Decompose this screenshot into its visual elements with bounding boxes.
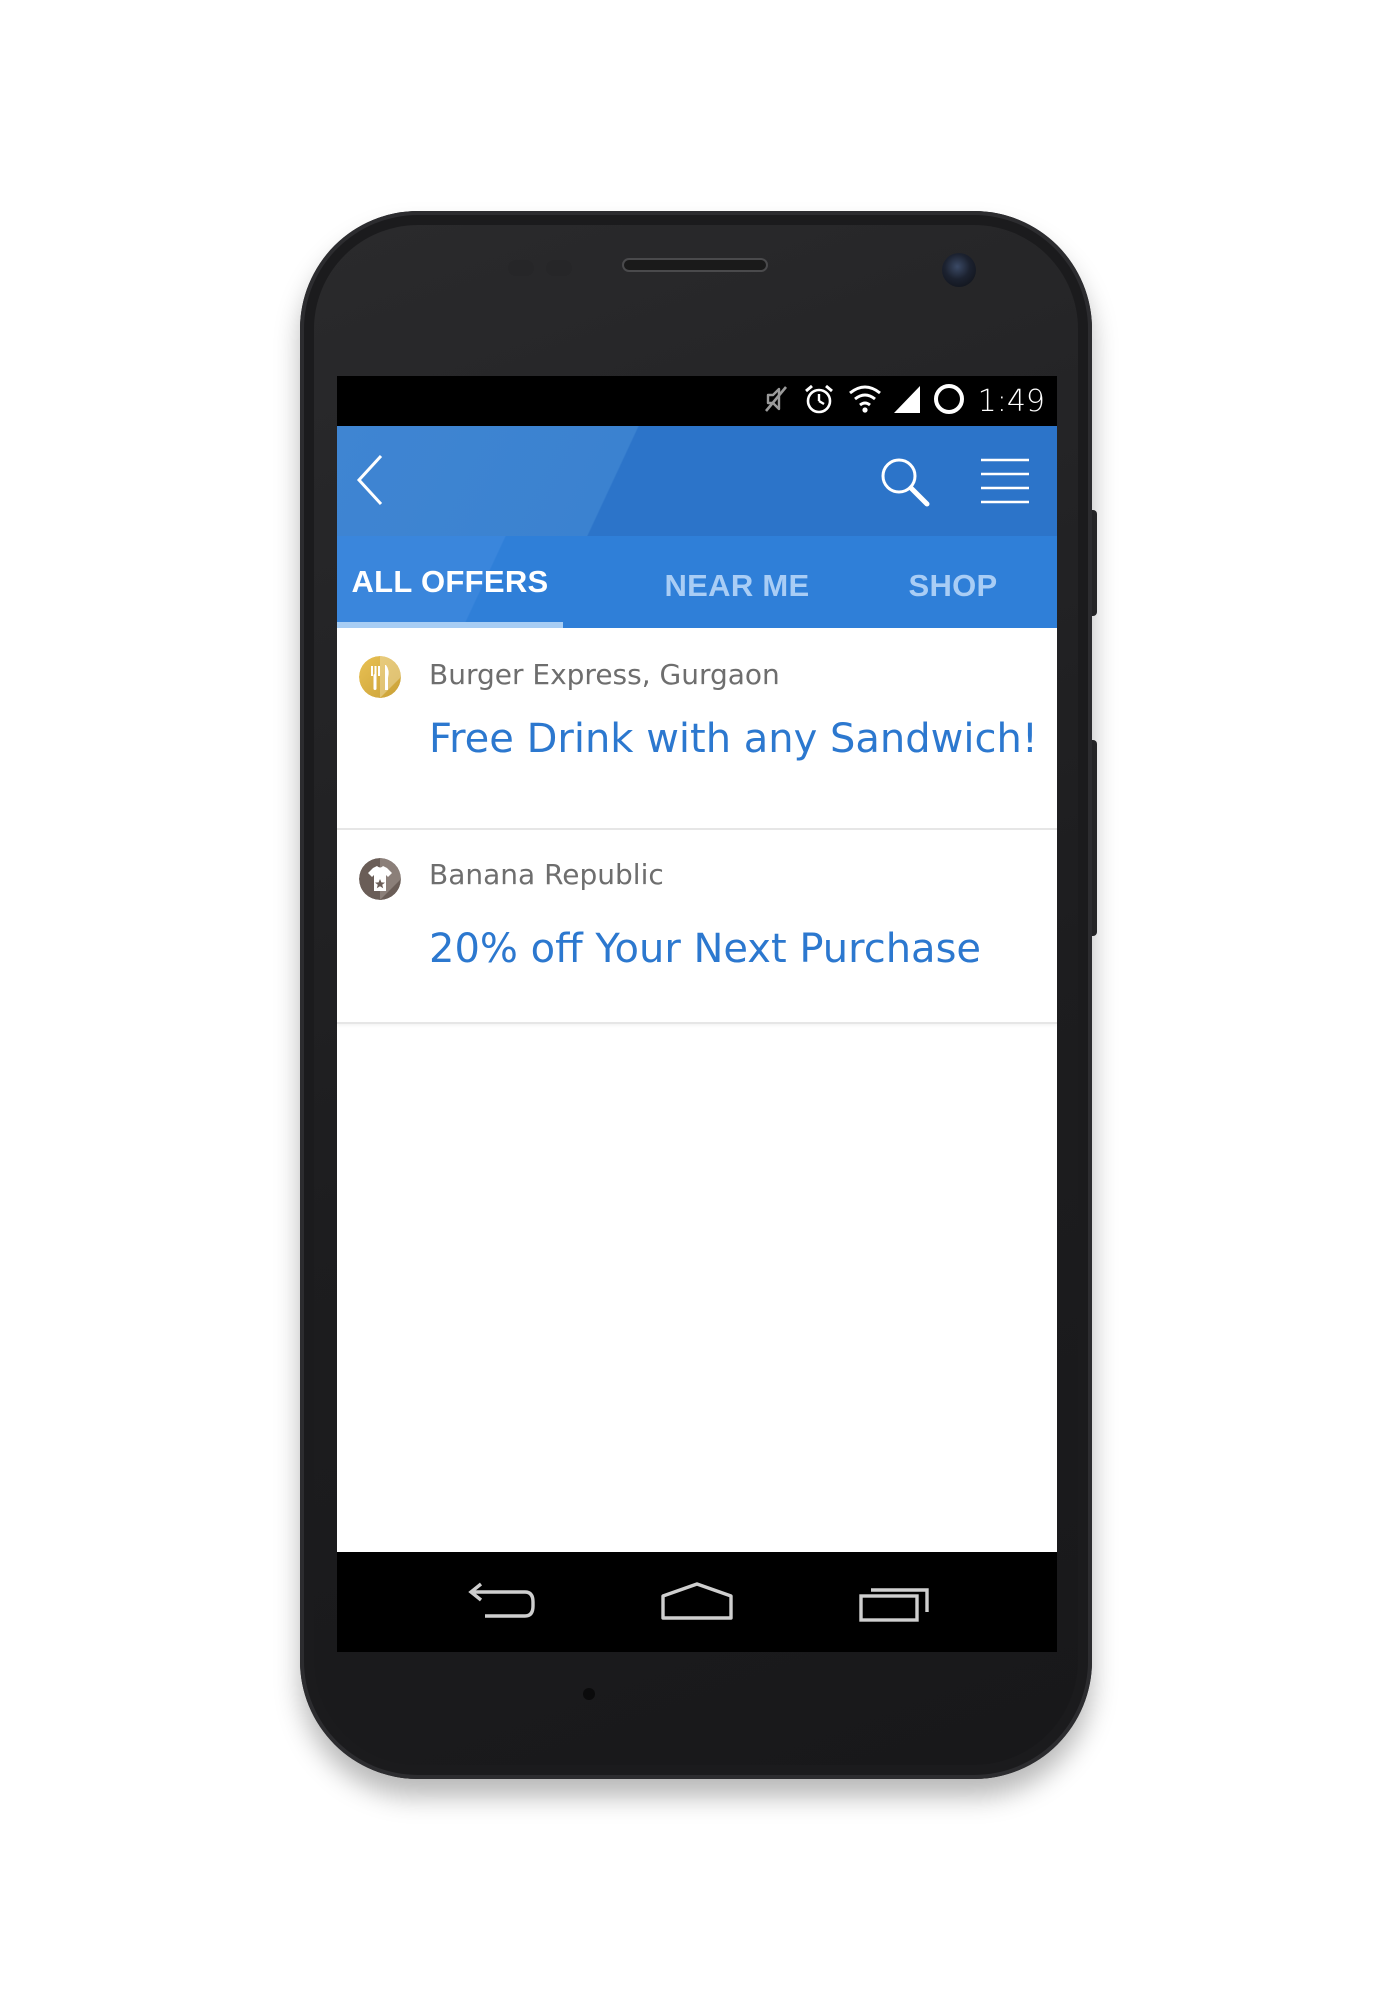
battery-icon [932, 382, 966, 421]
tab-near-me-label: NEAR ME [664, 568, 810, 603]
nav-recent-apps-button[interactable] [857, 1578, 937, 1626]
shirt-icon [359, 858, 401, 900]
tab-shop[interactable]: SHOP [873, 540, 1033, 632]
front-camera [942, 253, 976, 287]
search-icon [881, 458, 930, 507]
back-nav-icon [468, 1582, 535, 1618]
offer-card[interactable]: Burger Express, Gurgaon Free Drink with … [337, 628, 1057, 830]
earpiece-speaker [622, 258, 768, 272]
mute-icon [762, 384, 790, 419]
home-nav-icon [661, 1582, 733, 1620]
status-bar: 1:49 [337, 376, 1057, 426]
proximity-sensor [508, 260, 534, 276]
microphone [583, 1688, 595, 1700]
tab-all-offers[interactable]: ALL OFFERS [337, 536, 563, 628]
tab-near-me[interactable]: NEAR ME [637, 540, 837, 632]
recent-apps-icon [859, 1588, 929, 1622]
back-arrow-icon [356, 454, 383, 506]
offer-list: Burger Express, Gurgaon Free Drink with … [337, 628, 1057, 1024]
system-nav-bar [337, 1552, 1057, 1652]
menu-button[interactable] [979, 456, 1031, 506]
offer-card[interactable]: Banana Republic 20% off Your Next Purcha… [337, 830, 1057, 1024]
wifi-icon [848, 384, 882, 419]
stage: 1:49 ALL OFFERS NEAR ME SHOP Burger Expr… [0, 0, 1400, 2000]
nav-back-button[interactable] [461, 1578, 541, 1626]
tab-shop-label: SHOP [908, 568, 998, 603]
back-button[interactable] [351, 452, 399, 510]
food-utensils-icon [359, 656, 401, 698]
merchant-name: Burger Express, Gurgaon [429, 658, 780, 691]
alarm-icon [802, 383, 836, 420]
offer-title: 20% off Your Next Purchase [429, 926, 982, 972]
tab-all-offers-label: ALL OFFERS [351, 564, 549, 599]
search-button[interactable] [877, 454, 933, 510]
signal-icon [893, 384, 920, 419]
tab-bar: ALL OFFERS NEAR ME SHOP [337, 536, 1057, 628]
merchant-name: Banana Republic [429, 858, 664, 891]
light-sensor [546, 260, 572, 276]
status-icons: 1:49 [762, 376, 1045, 426]
nav-home-button[interactable] [657, 1578, 737, 1626]
screen: 1:49 ALL OFFERS NEAR ME SHOP Burger Expr… [337, 376, 1057, 1652]
hamburger-menu-icon [981, 458, 1029, 504]
app-bar [337, 426, 1057, 536]
status-time: 1:49 [977, 383, 1045, 419]
offer-title: Free Drink with any Sandwich! [429, 716, 1038, 762]
